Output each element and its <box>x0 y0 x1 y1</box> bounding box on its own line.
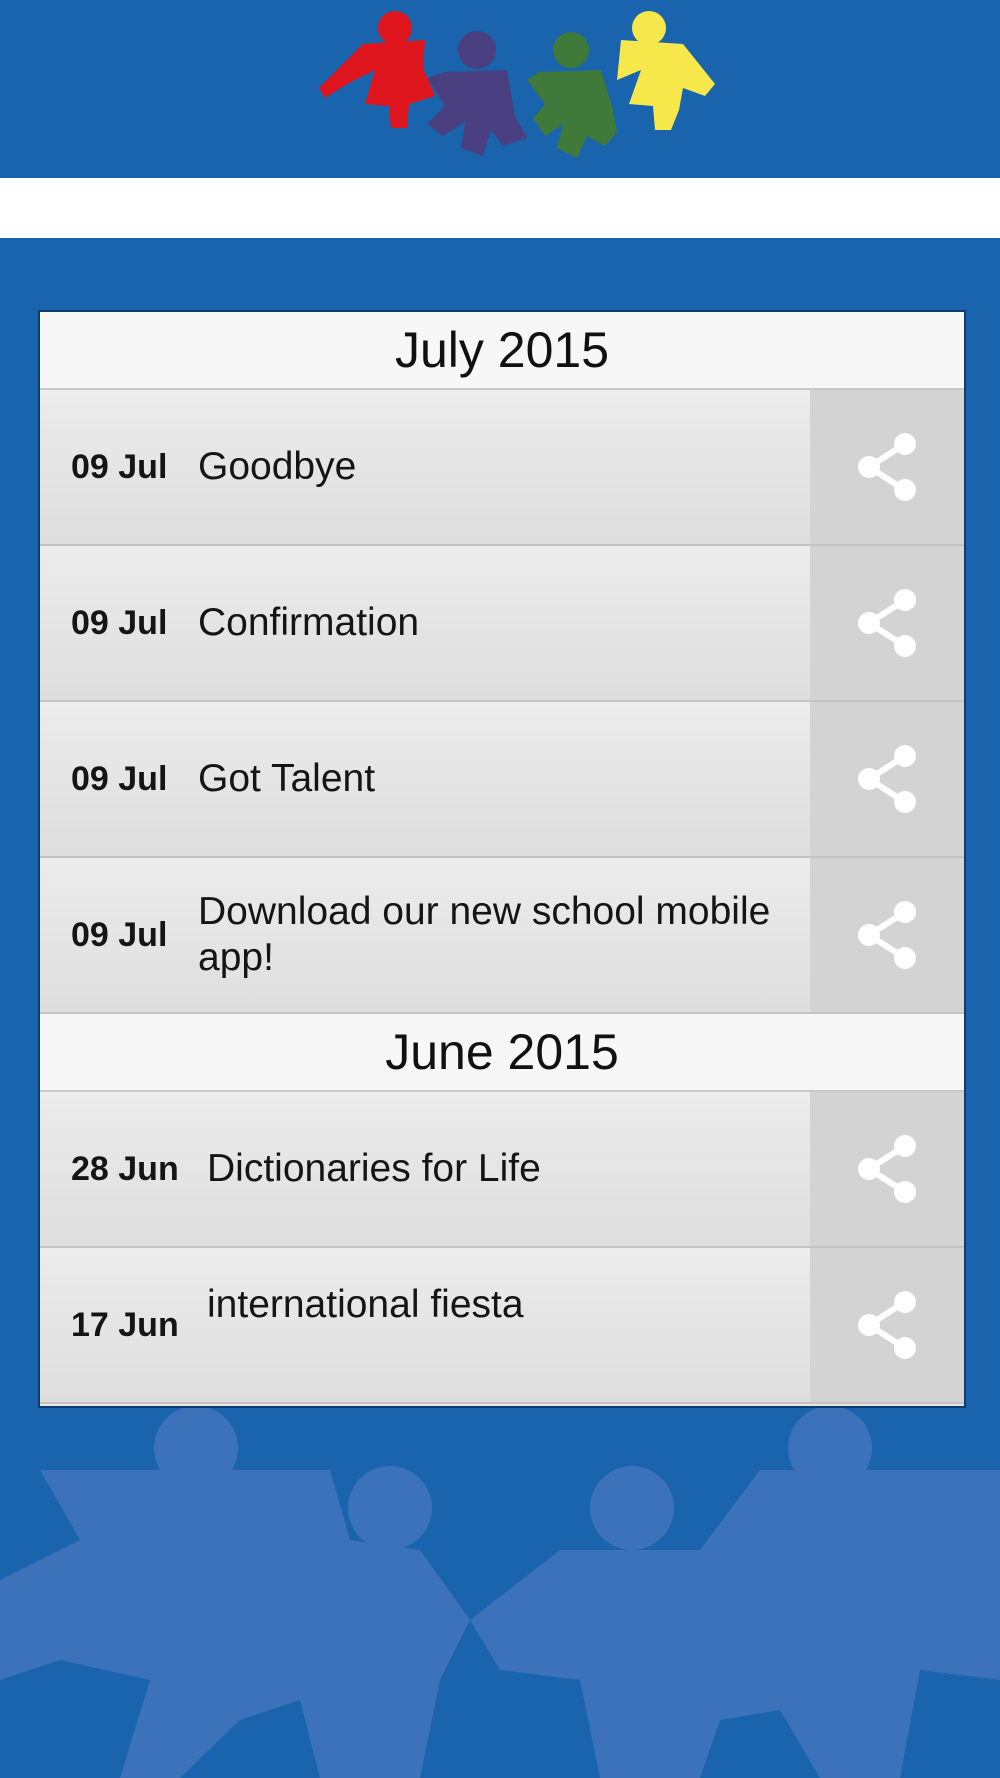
share-button[interactable] <box>810 546 964 700</box>
item-date: 28 Jun <box>71 1150 179 1188</box>
background-dolls-watermark <box>0 1406 1000 1778</box>
share-icon <box>858 1135 916 1203</box>
doll-purple <box>427 31 527 156</box>
list-item[interactable]: 09 Jul Goodbye <box>40 390 964 546</box>
list-item[interactable]: 17 Jun international fiesta <box>40 1248 964 1404</box>
item-title: international fiesta <box>207 1283 524 1326</box>
list-item[interactable]: 09 Jul Confirmation <box>40 546 964 702</box>
item-date: 09 Jul <box>71 448 168 486</box>
share-icon <box>858 589 916 657</box>
share-icon <box>858 433 916 501</box>
white-band <box>0 178 1000 238</box>
share-icon <box>858 745 916 813</box>
item-title: Dictionaries for Life <box>207 1147 541 1190</box>
share-button[interactable] <box>810 1248 964 1402</box>
section-header-july-2015: July 2015 <box>40 312 964 390</box>
doll-yellow <box>617 11 715 130</box>
share-button[interactable] <box>810 858 964 1012</box>
paper-dolls-logo <box>319 11 715 158</box>
item-title: Confirmation <box>198 601 420 644</box>
share-icon <box>858 901 916 969</box>
section-header-june-2015: June 2015 <box>40 1014 964 1092</box>
item-date: 09 Jul <box>71 604 168 642</box>
doll-green <box>527 32 617 158</box>
item-title: Got Talent <box>198 757 376 800</box>
share-button[interactable] <box>810 390 964 544</box>
list-item[interactable]: 09 Jul Download our new school mobile ap… <box>40 858 964 1014</box>
app-header <box>0 0 1000 178</box>
item-date: 09 Jul <box>71 760 168 798</box>
list-item[interactable]: 28 Jun Dictionaries for Life <box>40 1092 964 1248</box>
share-icon <box>858 1291 916 1359</box>
doll-red <box>319 11 435 128</box>
list-item[interactable]: 09 Jul Got Talent <box>40 702 964 858</box>
item-date: 09 Jul <box>71 916 168 954</box>
news-list[interactable]: July 2015 09 Jul Goodbye 09 Jul Confirma… <box>38 310 966 1408</box>
item-title: Download our new school mobile app! <box>198 890 771 979</box>
share-button[interactable] <box>810 1092 964 1246</box>
item-title: Goodbye <box>198 445 357 488</box>
item-date: 17 Jun <box>71 1306 179 1344</box>
share-button[interactable] <box>810 702 964 856</box>
